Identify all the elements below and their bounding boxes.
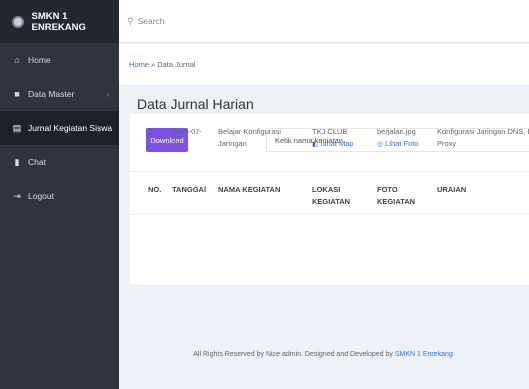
sidebar-item-label: Home: [28, 55, 51, 65]
home-icon: ⌂: [14, 55, 20, 65]
lihat-map-label: Lihat Map: [320, 139, 354, 148]
sidebar: SMKN 1 ENREKANG ⌂ Home ■ Data Master › ▤…: [0, 0, 119, 389]
topbar: ⚲ Search: [119, 0, 529, 43]
search-icon[interactable]: ⚲: [127, 16, 134, 27]
th-lokasi-line1: LOKASI: [312, 185, 341, 194]
sidebar-item-jurnal-kegiatan-siswa[interactable]: ▤ Jurnal Kegiatan Siswa: [0, 111, 119, 145]
breadcrumb: Home » Data Jurnal: [119, 44, 529, 84]
search-input[interactable]: Search: [138, 16, 165, 26]
sidebar-item-label: Logout: [28, 191, 54, 201]
breadcrumb-home-link[interactable]: Home: [129, 60, 149, 69]
sidebar-item-home[interactable]: ⌂ Home: [0, 43, 119, 77]
th-foto-line2: KEGIATAN: [377, 197, 416, 206]
folder-icon: ■: [14, 89, 20, 99]
breadcrumb-current: Data Jurnal: [157, 59, 196, 69]
chat-icon: ▮: [14, 156, 20, 167]
lihat-foto-link[interactable]: ◎ Lihat Foto: [377, 139, 418, 148]
table-header: NO. TANGGAl NAMA KEGIATAN LOKASI KEGIATA…: [130, 171, 529, 215]
map-icon: ◧: [312, 141, 319, 148]
brand-name: SMKN 1 ENREKANG: [31, 10, 86, 33]
calendar-icon: ▤: [12, 122, 22, 133]
sidebar-item-label: Data Master: [28, 89, 75, 99]
chevron-right-icon: ›: [106, 89, 109, 99]
th-lokasi-kegiatan: LOKASI KEGIATAN: [312, 184, 350, 208]
lihat-foto-label: Lihat Foto: [385, 139, 419, 148]
footer-link[interactable]: SMKN 1 Enrekang.: [395, 351, 455, 358]
sidebar-item-logout[interactable]: ⇥ Logout: [0, 179, 119, 213]
camera-icon: ◎: [377, 141, 384, 148]
lihat-map-link[interactable]: ◧ Lihat Map: [312, 139, 354, 148]
footer: All Rights Reserved by Nice admin. Desig…: [119, 342, 529, 368]
sidebar-item-label: Chat: [28, 157, 46, 167]
breadcrumb-separator: »: [151, 59, 156, 69]
th-foto-line1: FOTO: [377, 185, 398, 194]
download-button[interactable]: Download: [146, 128, 188, 152]
th-tanggal: TANGGAl: [172, 185, 207, 194]
logout-icon: ⇥: [13, 190, 21, 201]
footer-text: All Rights Reserved by Nice admin. Desig…: [193, 351, 395, 358]
sidebar-item-data-master[interactable]: ■ Data Master ›: [0, 77, 119, 111]
th-no: NO.: [148, 185, 162, 194]
sidebar-item-label: Jurnal Kegiatan Siswa: [28, 123, 113, 133]
brand[interactable]: SMKN 1 ENREKANG: [0, 0, 119, 43]
th-foto-kegiatan: FOTO KEGIATAN: [377, 184, 415, 208]
th-uraian: URAIAN: [437, 185, 467, 194]
th-nama-kegiatan: NAMA KEGIATAN: [218, 185, 281, 194]
sidebar-item-chat[interactable]: ▮ Chat: [0, 145, 119, 179]
page-title: Data Jurnal Harian: [137, 96, 254, 112]
th-lokasi-line2: KEGIATAN: [312, 197, 351, 206]
school-logo-icon: [12, 15, 24, 28]
